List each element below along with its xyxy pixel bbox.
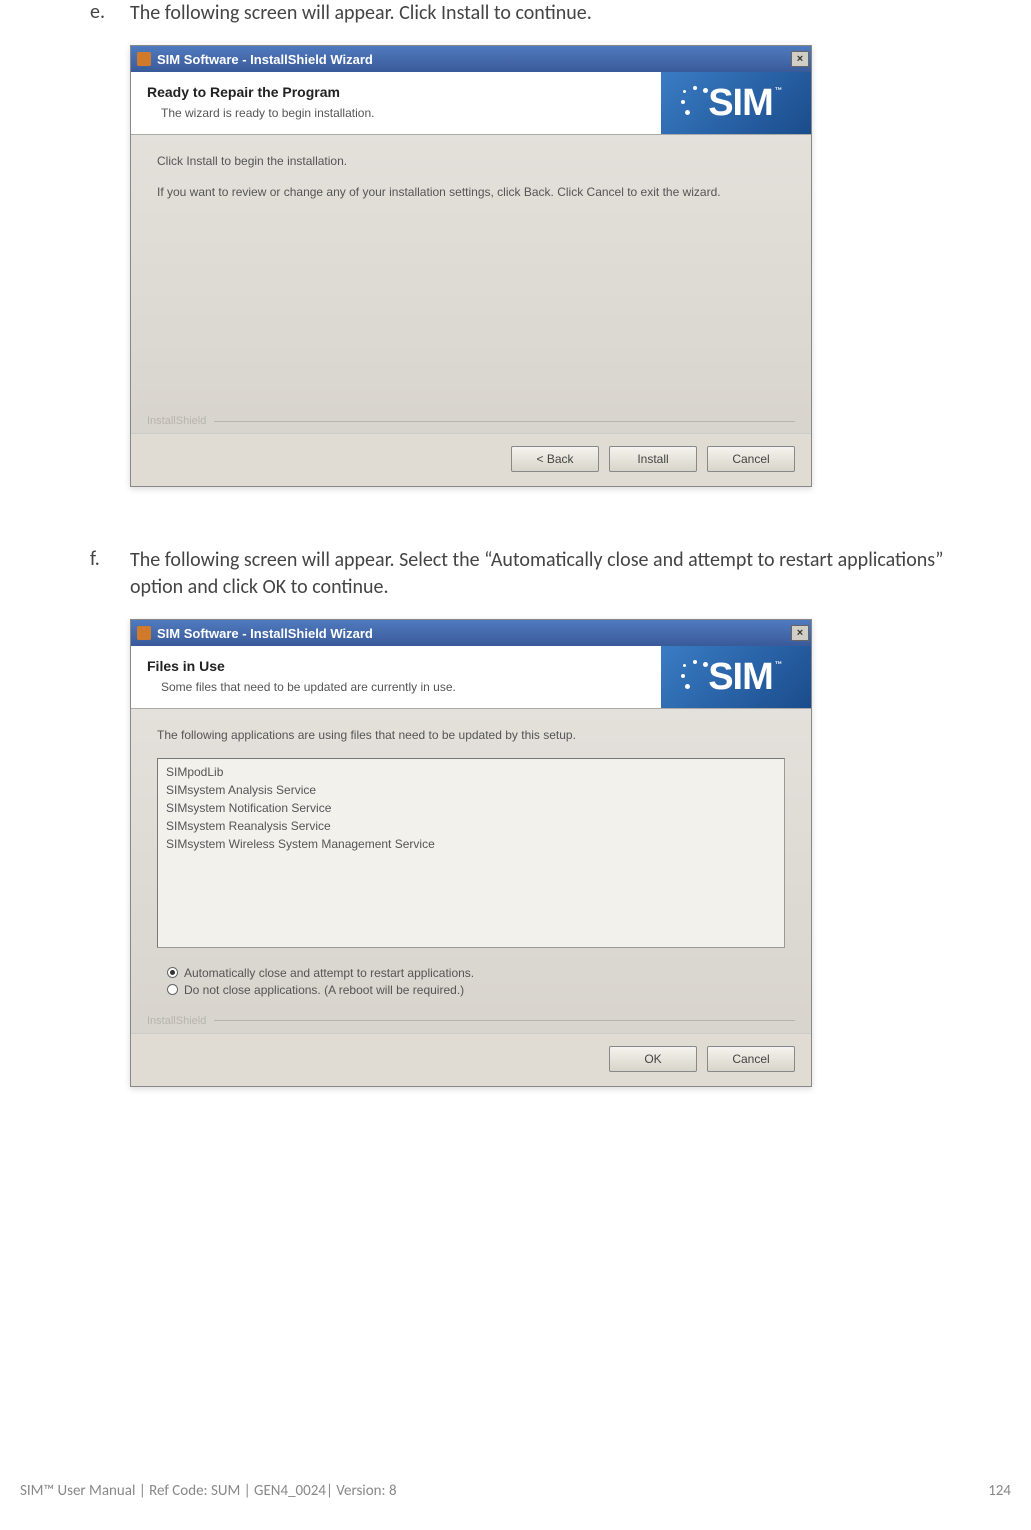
radio-do-not-close-label: Do not close applications. (A reboot wil…: [184, 983, 464, 997]
dialog-header-subtitle: The wizard is ready to begin installatio…: [161, 106, 647, 120]
installshield-brand: InstallShield: [147, 415, 206, 427]
window-title: SIM Software - InstallShield Wizard: [157, 52, 373, 67]
close-icon[interactable]: ×: [791, 625, 809, 641]
step-f-letter: f.: [90, 547, 130, 571]
body-line-2: If you want to review or change any of y…: [157, 184, 785, 201]
list-item: SIMpodLib: [166, 763, 776, 781]
list-item: SIMsystem Wireless System Management Ser…: [166, 835, 776, 853]
files-in-use-dialog: SIM Software - InstallShield Wizard × Fi…: [130, 619, 812, 1087]
back-button[interactable]: < Back: [511, 446, 599, 472]
dialog-header-title: Files in Use: [147, 658, 647, 674]
titlebar: SIM Software - InstallShield Wizard ×: [131, 620, 811, 646]
step-e-letter: e.: [90, 0, 130, 24]
logo-tm: ™: [775, 84, 782, 97]
close-icon[interactable]: ×: [791, 51, 809, 67]
footer-left: SIM™ User Manual | Ref Code: SUM | GEN4_…: [20, 1482, 397, 1500]
app-icon: [137, 626, 151, 640]
page-number: 124: [988, 1482, 1011, 1500]
cancel-button[interactable]: Cancel: [707, 1046, 795, 1072]
step-e-text: The following screen will appear. Click …: [130, 0, 971, 27]
radio-auto-close[interactable]: [167, 967, 178, 978]
installshield-brand: InstallShield: [147, 1015, 206, 1027]
applications-list: SIMpodLib SIMsystem Analysis Service SIM…: [157, 758, 785, 948]
sim-logo: SIM ™: [661, 646, 811, 708]
dialog-header-title: Ready to Repair the Program: [147, 84, 647, 100]
radio-do-not-close[interactable]: [167, 984, 178, 995]
window-title: SIM Software - InstallShield Wizard: [157, 626, 373, 641]
files-in-use-intro: The following applications are using fil…: [157, 727, 785, 744]
logo-tm: ™: [775, 658, 782, 671]
body-line-1: Click Install to begin the installation.: [157, 153, 785, 170]
list-item: SIMsystem Notification Service: [166, 799, 776, 817]
install-wizard-dialog: SIM Software - InstallShield Wizard × Re…: [130, 45, 812, 487]
titlebar: SIM Software - InstallShield Wizard ×: [131, 46, 811, 72]
list-item: SIMsystem Analysis Service: [166, 781, 776, 799]
app-icon: [137, 52, 151, 66]
radio-auto-close-label: Automatically close and attempt to resta…: [184, 966, 474, 980]
sim-logo: SIM ™: [661, 72, 811, 134]
cancel-button[interactable]: Cancel: [707, 446, 795, 472]
list-item: SIMsystem Reanalysis Service: [166, 817, 776, 835]
step-f-text: The following screen will appear. Select…: [130, 547, 971, 601]
install-button[interactable]: Install: [609, 446, 697, 472]
dialog-header-subtitle: Some files that need to be updated are c…: [161, 680, 647, 694]
ok-button[interactable]: OK: [609, 1046, 697, 1072]
